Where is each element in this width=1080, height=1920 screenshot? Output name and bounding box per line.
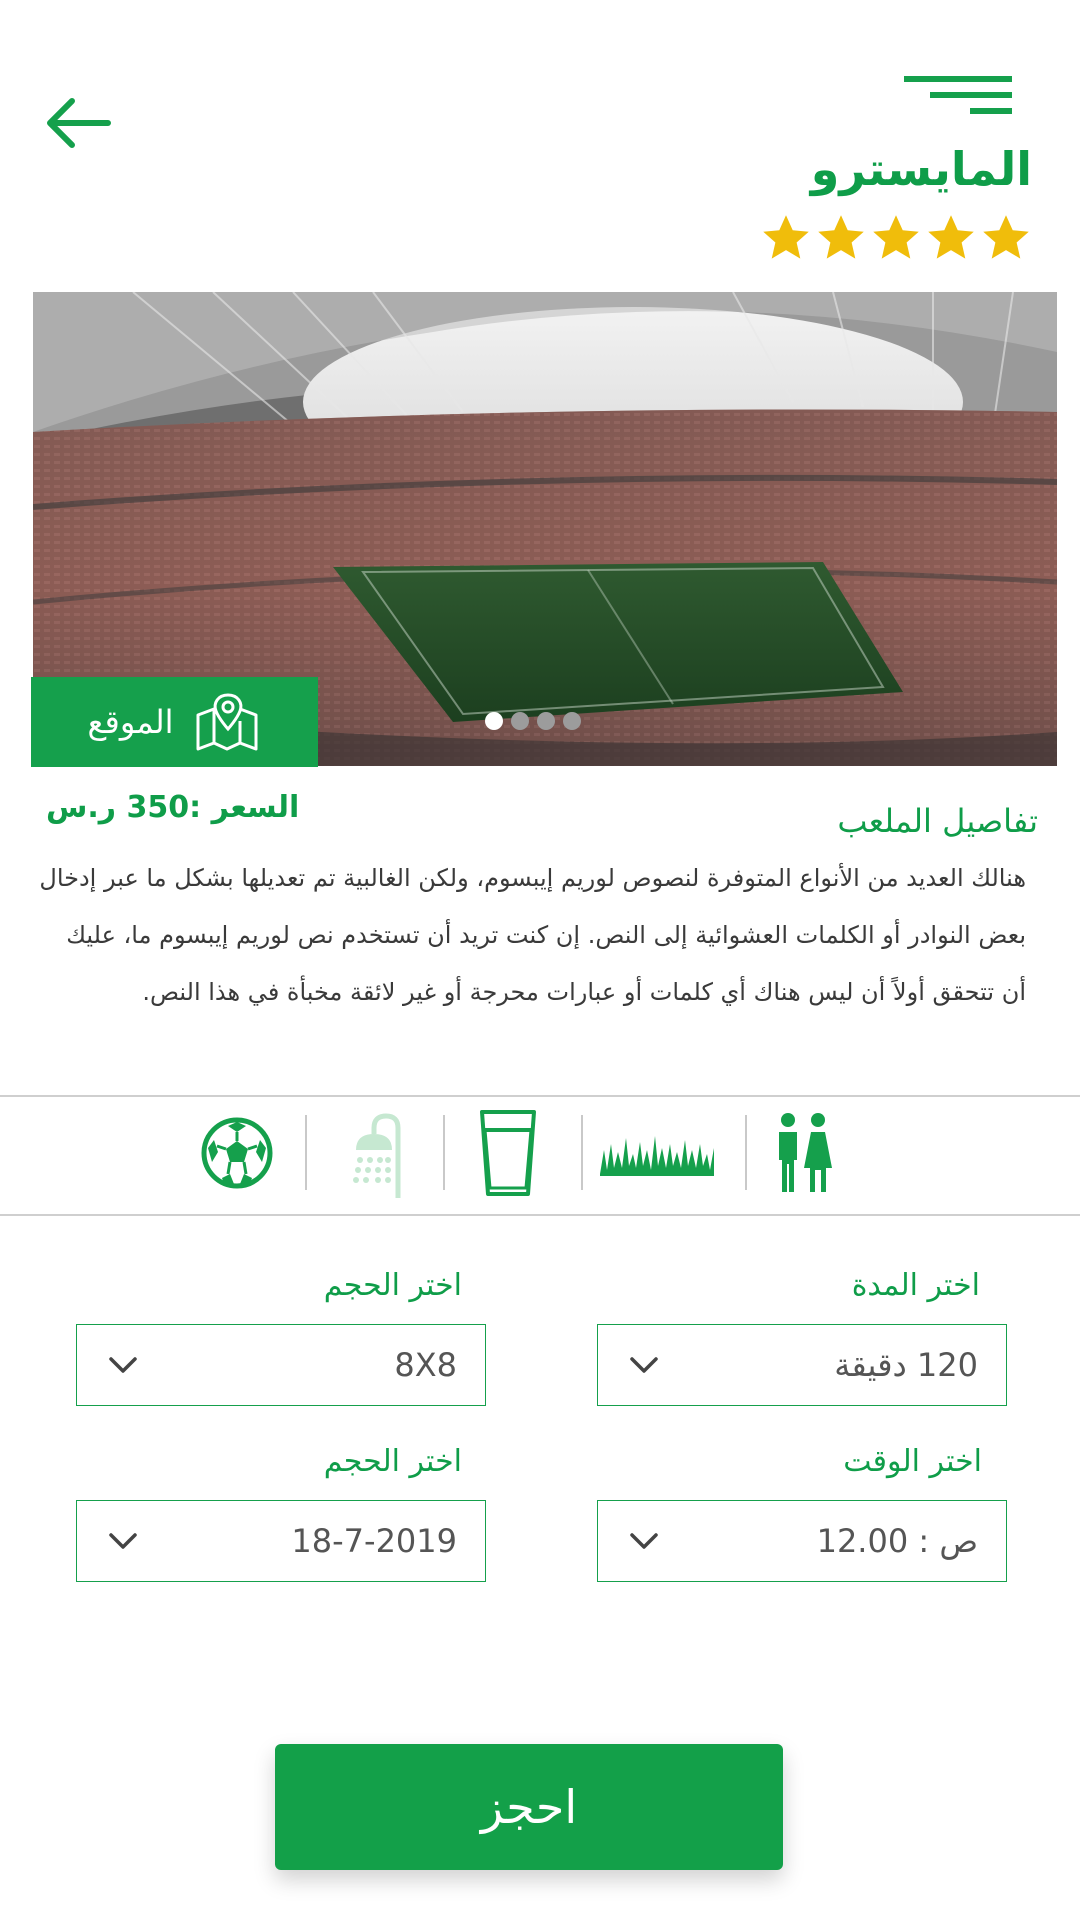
chevron-down-icon	[109, 1357, 137, 1373]
grass-icon	[600, 1136, 714, 1176]
time-label: اختر الوقت	[843, 1444, 982, 1479]
duration-select[interactable]: 120 دقيقة	[597, 1324, 1007, 1406]
map-pin-icon	[196, 693, 257, 751]
book-button[interactable]: احجز	[275, 1744, 783, 1870]
size-value: 8X8	[394, 1346, 457, 1384]
amenity-divider	[443, 1115, 445, 1190]
star-icon	[983, 215, 1029, 259]
time-select[interactable]: ص : 12.00	[597, 1500, 1007, 1582]
chevron-down-icon	[630, 1533, 658, 1549]
description: هنالك العديد من الأنواع المتوفرة لنصوص ل…	[39, 864, 1026, 1006]
duration-label: اختر المدة	[851, 1268, 980, 1303]
carousel-dot[interactable]	[485, 712, 503, 730]
book-button-label: احجز	[480, 1780, 578, 1834]
hamburger-menu-icon	[904, 76, 1012, 114]
restroom-icon	[779, 1113, 832, 1192]
date-value: 18-7-2019	[291, 1522, 457, 1560]
carousel-dot[interactable]	[537, 712, 555, 730]
menu-button[interactable]	[898, 72, 1014, 122]
carousel-indicators[interactable]	[485, 712, 581, 730]
amenity-divider	[745, 1115, 747, 1190]
back-button[interactable]	[42, 95, 114, 151]
rating-stars	[760, 212, 1032, 264]
star-icon	[928, 215, 974, 259]
chevron-down-icon	[630, 1357, 658, 1373]
star-icon	[763, 215, 809, 259]
star-icon	[818, 215, 864, 259]
amenity-divider	[581, 1115, 583, 1190]
time-value: ص : 12.00	[816, 1522, 978, 1560]
duration-value: 120 دقيقة	[834, 1346, 978, 1384]
shower-icon	[353, 1113, 401, 1198]
date-label: اختر الحجم	[323, 1444, 462, 1479]
date-select[interactable]: 18-7-2019	[76, 1500, 486, 1582]
arrow-left-icon	[47, 98, 111, 148]
divider	[0, 1214, 1080, 1216]
size-label: اختر الحجم	[323, 1268, 462, 1303]
amenity-divider	[305, 1115, 307, 1190]
size-select[interactable]: 8X8	[76, 1324, 486, 1406]
details-title: تفاصيل الملعب	[837, 802, 1038, 840]
star-icon	[873, 215, 919, 259]
carousel-dot[interactable]	[511, 712, 529, 730]
carousel-dot[interactable]	[563, 712, 581, 730]
football-icon	[201, 1117, 273, 1189]
venue-title: المايسترو	[810, 142, 1032, 196]
price: السعر :350 ر.س	[46, 790, 300, 825]
water-glass-icon	[480, 1110, 536, 1196]
chevron-down-icon	[109, 1533, 137, 1549]
divider	[0, 1095, 1080, 1097]
location-button[interactable]: الموقع	[31, 677, 318, 767]
location-label: الموقع	[87, 703, 174, 741]
